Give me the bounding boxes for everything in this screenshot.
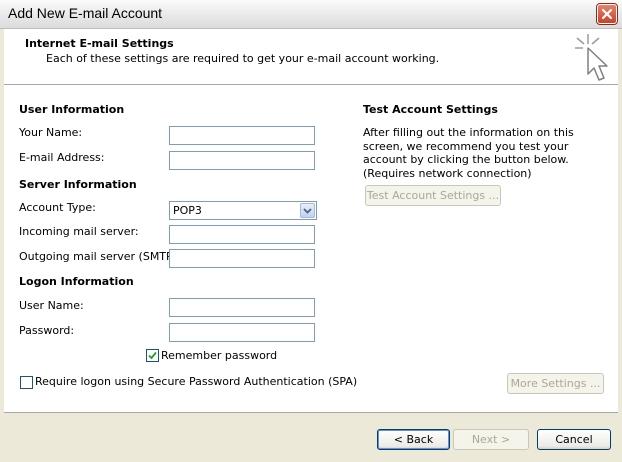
logon-info-heading: Logon Information [19, 275, 134, 288]
username-label: User Name: [19, 299, 84, 312]
server-info-heading: Server Information [19, 178, 137, 191]
email-label: E-mail Address: [19, 151, 105, 164]
spa-label[interactable]: Require logon using Secure Password Auth… [35, 375, 357, 388]
next-button[interactable]: Next > [453, 429, 529, 450]
account-type-label: Account Type: [19, 201, 96, 214]
more-settings-button[interactable]: More Settings ... [507, 373, 604, 394]
page-subtitle: Each of these settings are required to g… [46, 52, 440, 65]
close-icon [601, 8, 613, 20]
cursor-sparkle-icon [575, 34, 608, 81]
your-name-label: Your Name: [19, 126, 83, 139]
outgoing-server-input[interactable] [169, 249, 315, 268]
test-account-settings-button[interactable]: Test Account Settings ... [365, 185, 501, 206]
dropdown-button[interactable] [300, 203, 315, 218]
window-title: Add New E-mail Account [8, 5, 163, 21]
cancel-button[interactable]: Cancel [537, 429, 611, 450]
username-input[interactable] [169, 298, 315, 317]
remember-password-label[interactable]: Remember password [161, 349, 277, 362]
check-icon [148, 351, 157, 360]
page-title: Internet E-mail Settings [25, 37, 174, 50]
email-input[interactable] [169, 151, 315, 170]
back-button[interactable]: < Back [377, 429, 450, 450]
account-type-select[interactable]: POP3 [169, 201, 317, 220]
wizard-header: Internet E-mail Settings Each of these s… [4, 29, 618, 85]
account-type-value: POP3 [173, 204, 202, 217]
password-input[interactable] [169, 323, 315, 342]
footer-divider [4, 412, 618, 413]
user-info-heading: User Information [19, 103, 125, 116]
test-settings-description: After filling out the information on thi… [363, 126, 574, 180]
your-name-input[interactable] [169, 126, 315, 145]
spa-checkbox[interactable] [20, 376, 33, 389]
incoming-server-input[interactable] [169, 225, 315, 244]
outgoing-server-label: Outgoing mail server (SMTP): [19, 250, 181, 263]
remember-password-checkbox[interactable] [146, 349, 159, 362]
close-button[interactable] [596, 3, 618, 25]
test-settings-heading: Test Account Settings [363, 103, 498, 116]
password-label: Password: [19, 324, 75, 337]
incoming-server-label: Incoming mail server: [19, 225, 139, 238]
title-bar: Add New E-mail Account [0, 0, 622, 29]
settings-panel: User Information Your Name: E-mail Addre… [4, 85, 618, 412]
chevron-down-icon [303, 207, 312, 214]
